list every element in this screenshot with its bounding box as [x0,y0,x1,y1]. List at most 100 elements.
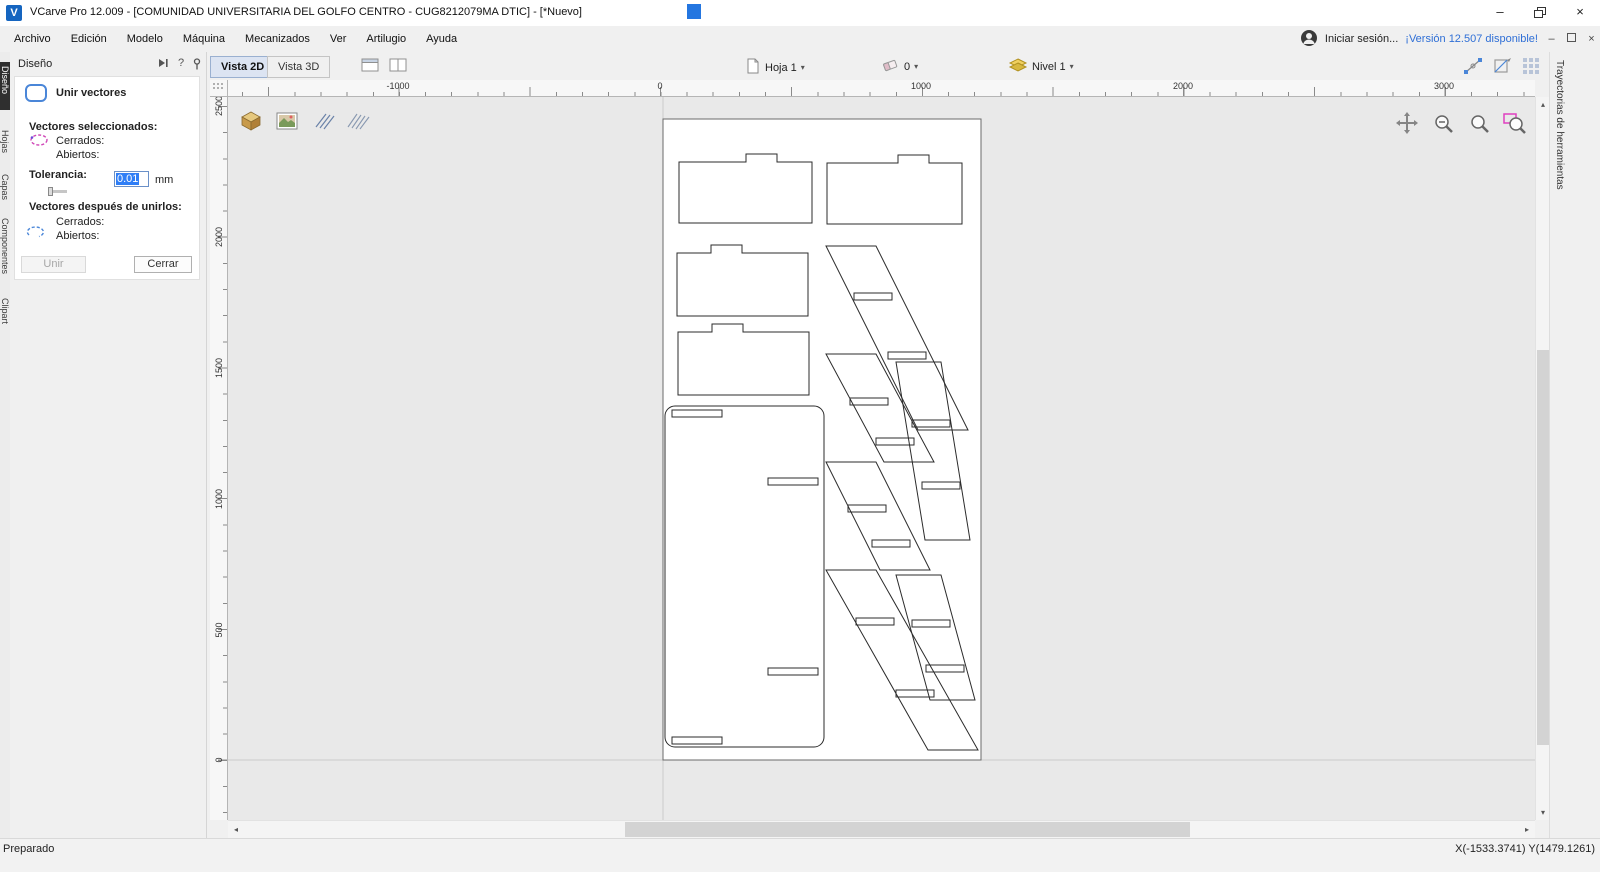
join-vectors-icon [23,82,49,107]
help-icon[interactable]: ? [173,57,189,71]
chevron-down-icon: ▾ [914,62,919,71]
ruler-corner [210,80,228,97]
horizontal-scroll-thumb[interactable] [625,822,1190,837]
collapse-panel-icon[interactable] [155,57,171,71]
join-button[interactable]: Unir [21,256,86,273]
app-logo-icon: V [6,5,22,21]
status-bar: Preparado X(-1533.3741) Y(1479.1261) [0,838,1600,872]
smart-snap-icon[interactable] [1492,56,1514,79]
eraser-selector[interactable]: 0 ▾ [880,57,918,76]
tab-vista-3d[interactable]: Vista 3D [267,56,331,78]
join-vectors-dialog: Unir vectores Vectores seleccionados: Ce… [14,76,200,280]
restore-button[interactable] [1520,0,1560,26]
title-bar: V VCarve Pro 12.009 - [COMUNIDAD UNIVERS… [0,0,1600,26]
vertical-scroll-thumb[interactable] [1537,350,1549,745]
h-ruler-label: 3000 [1433,81,1455,91]
h-ruler-label: 1000 [910,81,932,91]
menu-maquina[interactable]: Máquina [173,28,235,50]
horizontal-ruler: -1000 0 1000 2000 3000 [228,80,1535,97]
side-tab-trayectorias[interactable]: Trayectorias de herramientas [1554,60,1565,190]
version-notice-link[interactable]: ¡Versión 12.507 disponible! [1405,33,1538,45]
pin-icon[interactable] [189,57,205,71]
minimize-button[interactable]: – [1480,0,1520,26]
menu-archivo[interactable]: Archivo [4,28,61,50]
tolerance-input[interactable]: 0.01 [114,171,149,187]
slider-thumb[interactable] [48,187,53,196]
hatch-fill-icon[interactable] [310,109,338,135]
menu-bar: Archivo Edición Modelo Máquina Mecanizad… [0,26,1600,52]
menu-ayuda[interactable]: Ayuda [416,28,467,50]
v-ruler-label: 2000 [214,226,224,248]
after-closed-label: Cerrados: [56,216,105,228]
tab-vista-2d[interactable]: Vista 2D [210,56,276,78]
side-tab-capas[interactable]: Capas [0,170,10,204]
panel-minimize-button[interactable]: – [1545,33,1558,45]
v-ruler-label: 500 [214,622,224,638]
side-tab-componentes[interactable]: Componentes [0,214,10,278]
panel-title: Diseño [18,58,53,70]
sheet-selector-label: Hoja 1 [765,61,797,74]
after-join-heading: Vectores después de unirlos: [29,201,182,213]
menu-mecanizados[interactable]: Mecanizados [235,28,320,50]
cross-hatch-fill-icon[interactable] [344,109,372,135]
sheet-selector[interactable]: Hoja 1 ▾ [745,57,805,78]
split-view-layout-icon[interactable] [388,56,408,77]
material-sheet[interactable] [662,118,982,761]
eraser-icon [880,57,900,76]
status-text: Preparado [3,843,55,855]
menu-modelo[interactable]: Modelo [117,28,173,50]
v-ruler-label: 2500 [214,97,224,117]
scroll-up-button[interactable]: ▴ [1536,97,1550,112]
vcarve-window: V VCarve Pro 12.009 - [COMUNIDAD UNIVERS… [0,0,1600,872]
closed-label: Cerrados: [56,135,105,147]
side-tab-hojas[interactable]: Hojas [0,126,10,157]
v-ruler-label: 1500 [214,357,224,379]
h-ruler-label: 0 [657,81,663,91]
panel-restore-icon [1567,33,1576,42]
open-label: Abiertos: [56,149,100,161]
menu-artilugio[interactable]: Artilugio [356,28,416,50]
snap-grid-icon[interactable] [1520,56,1542,79]
preview-image-icon[interactable] [274,109,302,135]
vertical-scrollbar[interactable]: ▴ ▾ [1535,97,1549,820]
zoom-to-selection-icon[interactable] [1502,111,1530,137]
close-dialog-button[interactable]: Cerrar [134,256,192,273]
v-ruler-label: 0 [214,757,224,763]
level-selector[interactable]: Nivel 1 ▾ [1008,57,1074,76]
user-icon [1300,29,1318,50]
restore-icon [1534,7,1546,18]
panel-restore-button[interactable] [1565,33,1578,45]
h-ruler-label: -1000 [386,81,410,91]
drawing-canvas[interactable] [228,97,1535,820]
scroll-right-button[interactable]: ▸ [1519,821,1535,838]
snap-geometry-icon[interactable] [1462,56,1484,79]
scroll-left-button[interactable]: ◂ [228,821,244,838]
panel-close-button[interactable]: × [1585,33,1598,45]
open-vectors-icon [25,224,47,243]
close-button[interactable]: × [1560,0,1600,26]
pan-view-icon[interactable] [1394,111,1422,137]
single-view-layout-icon[interactable] [360,56,380,77]
tolerance-label: Tolerancia: [29,169,87,181]
tolerance-slider[interactable] [48,187,67,196]
menu-ver[interactable]: Ver [320,28,357,50]
zoom-in-icon[interactable] [1468,113,1496,139]
zoom-out-icon[interactable] [1432,113,1460,139]
v-ruler-label: 1000 [214,488,224,510]
cursor-coordinates: X(-1533.3741) Y(1479.1261) [1455,843,1595,855]
main-area: Diseño Hojas Capas Componentes Clipart D… [0,52,1600,838]
window-title: VCarve Pro 12.009 - [COMUNIDAD UNIVERSIT… [30,6,582,18]
side-tab-diseno[interactable]: Diseño [0,62,10,110]
horizontal-scrollbar[interactable]: ◂ ▸ [228,820,1535,838]
dialog-title: Unir vectores [56,87,127,99]
menu-edicion[interactable]: Edición [61,28,117,50]
side-tab-clipart[interactable]: Clipart [0,294,10,328]
material-block-icon[interactable] [238,109,266,135]
chevron-down-icon: ▾ [1069,62,1074,71]
scroll-down-button[interactable]: ▾ [1536,805,1550,820]
tolerance-value: 0.01 [116,173,140,185]
design-panel: Diseño ? Unir vectores Vectores seleccio… [10,52,207,838]
view-toolbar: Vista 2D Vista 3D Hoja 1 ▾ 0 ▾ Nivel 1 ▾ [207,52,1549,80]
sign-in-link[interactable]: Iniciar sesión... [1325,33,1398,45]
after-open-label: Abiertos: [56,230,100,242]
